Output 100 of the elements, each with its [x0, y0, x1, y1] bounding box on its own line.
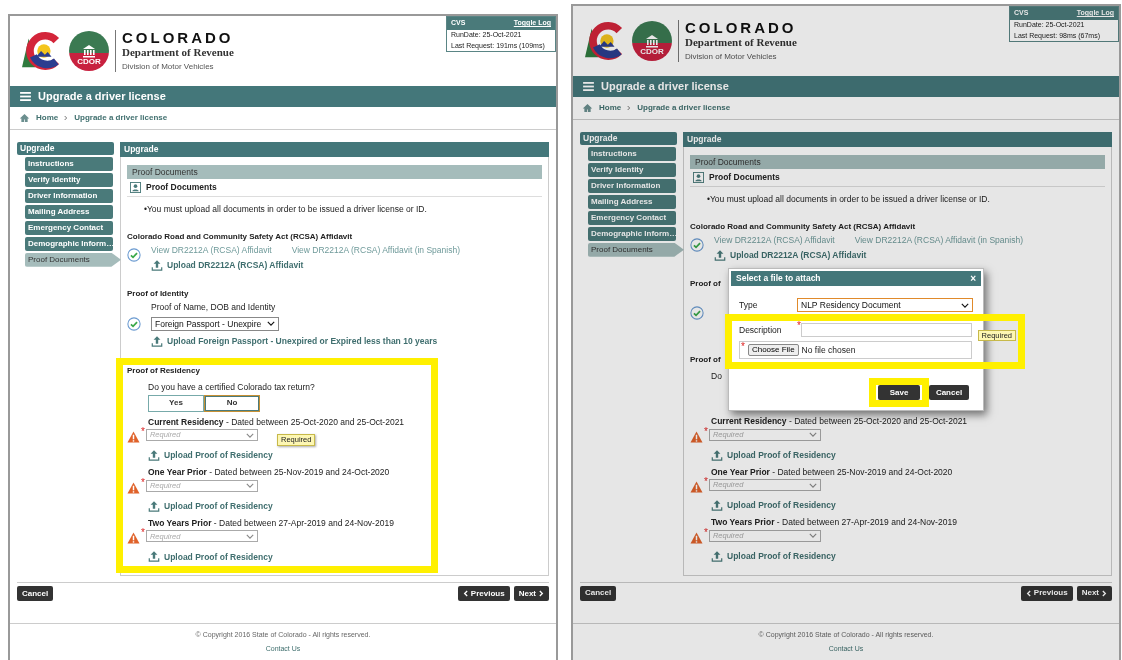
upload-link[interactable]: Upload DR2212A (RCSA) Affidavit: [730, 250, 867, 262]
sidebar-item[interactable]: Emergency Contact: [25, 220, 113, 235]
answer-toggle[interactable]: Yes: [148, 394, 204, 412]
chevron-right-icon: [1102, 589, 1107, 597]
period-title: One Year Prior - Dated between 25-Nov-2019 and 24-Oct-2020: [711, 466, 954, 478]
view-link[interactable]: View DR2212A (RCSA) Affidavit: [714, 234, 835, 245]
required-marker: *: [141, 477, 145, 488]
previous-button[interactable]: Previous: [1020, 585, 1073, 601]
answer-toggle[interactable]: No: [204, 394, 260, 412]
question-text: Do: [711, 371, 722, 382]
section-bar: Proof Documents: [127, 165, 542, 179]
previous-button[interactable]: Previous: [457, 586, 510, 602]
sidebar-item[interactable]: Mailing Address: [588, 194, 676, 209]
upload-icon[interactable]: [711, 549, 723, 563]
sidebar-item[interactable]: Instructions: [588, 146, 676, 161]
upload-link[interactable]: Upload DR2212A (RCSA) Affidavit: [167, 260, 304, 272]
block-title: Proof of Identity: [127, 289, 189, 300]
upload-link[interactable]: Upload Foreign Passport - Unexpired or Expired less than 10 years: [167, 336, 438, 347]
upload-link[interactable]: Upload Proof of Residency: [164, 450, 273, 461]
cancel-button[interactable]: Cancel: [929, 385, 969, 400]
upload-icon[interactable]: [148, 550, 160, 564]
chevron-right-icon: [539, 590, 544, 598]
chevron-left-icon: [462, 590, 468, 598]
upload-icon[interactable]: [711, 499, 723, 513]
breadcrumb-link[interactable]: Home: [36, 113, 59, 123]
panel-header: Upgrade: [683, 132, 1112, 147]
choose-file-button[interactable]: Choose File: [747, 344, 799, 356]
required-marker: *: [741, 342, 745, 352]
building-icon: [82, 44, 96, 58]
type-select[interactable]: NLP Residency Document: [797, 298, 973, 312]
document-select[interactable]: Foreign Passport - Unexpire: [151, 316, 279, 331]
instruction-text: •You must upload all documents in order to be issued a driver license or ID.: [144, 204, 428, 215]
sidebar-item[interactable]: Driver Information: [588, 178, 676, 193]
upload-link[interactable]: Upload Proof of Residency: [164, 551, 273, 563]
upload-icon[interactable]: [148, 449, 160, 463]
cancel-button[interactable]: Cancel: [580, 585, 617, 601]
sidebar-item[interactable]: Verify Identity: [25, 172, 113, 187]
id-card-icon: [693, 172, 704, 183]
save-button[interactable]: Save: [878, 385, 920, 400]
seal-text: CDOR: [77, 58, 101, 66]
sidebar-item[interactable]: Verify Identity: [588, 162, 676, 177]
upload-link[interactable]: Upload Proof of Residency: [727, 449, 836, 461]
sidebar-item[interactable]: Demographic Inform…: [25, 236, 113, 251]
upload-icon[interactable]: [148, 499, 160, 513]
period-title: One Year Prior - Dated between 25-Nov-2019 and 24-Oct-2020: [148, 467, 391, 478]
sidebar-item[interactable]: Driver Information: [25, 188, 113, 203]
sidebar-heading: Upgrade: [580, 132, 677, 145]
upload-link[interactable]: Upload Proof of Residency: [727, 500, 836, 511]
upload-icon[interactable]: [151, 334, 163, 348]
menu-icon[interactable]: [20, 92, 31, 101]
field-label: Proof of Name, DOB and Identity: [151, 302, 277, 313]
seal-text: CDOR: [640, 48, 664, 56]
upload-icon[interactable]: [151, 259, 163, 273]
period-title: Current Residency - Dated between 25-Oct-2020 and 25-Oct-2021: [711, 415, 969, 427]
caret-icon: [808, 432, 817, 437]
upload-icon[interactable]: [711, 448, 723, 462]
period-title: Two Years Prior - Dated between 27-Apr-2019 and 24-Nov-2019: [711, 517, 958, 528]
required-marker: *: [704, 527, 708, 538]
period-title: Current Residency - Dated between 25-Oct-2020 and 25-Oct-2021: [148, 416, 406, 428]
caret-icon: [245, 483, 254, 489]
cancel-button[interactable]: Cancel: [17, 586, 54, 602]
menu-icon[interactable]: [583, 82, 594, 91]
next-button[interactable]: Next: [513, 586, 549, 602]
sidebar-item[interactable]: Proof Documents: [588, 242, 684, 257]
block-title: Colorado Road and Community Safety Act (RCSA) Affidavit: [690, 221, 916, 232]
view-link[interactable]: View DR2212A (RCSA) Affidavit (in Spanish): [291, 244, 460, 255]
upload-link[interactable]: Upload Proof of Residency: [727, 550, 836, 562]
panel-header: Upgrade: [120, 142, 549, 157]
description-field[interactable]: [800, 323, 972, 337]
chevron-icon: [627, 105, 632, 111]
sidebar-heading: Upgrade: [17, 142, 114, 155]
breadcrumb-link[interactable]: Upgrade a driver license: [637, 103, 731, 113]
department-name: Department of Revenue: [685, 36, 797, 51]
sidebar-item[interactable]: Instructions: [25, 156, 113, 171]
close-button[interactable]: ×: [970, 273, 976, 284]
field-label: Type: [739, 299, 759, 311]
sidebar-item[interactable]: Emergency Contact: [588, 210, 676, 225]
sidebar-item[interactable]: Mailing Address: [25, 204, 113, 219]
state-name: COLORADO: [122, 29, 234, 47]
division-name: Division of Motor Vehicles: [122, 62, 215, 73]
home-icon[interactable]: [19, 113, 30, 123]
home-icon[interactable]: [582, 103, 593, 113]
upload-link[interactable]: Upload Proof of Residency: [164, 500, 273, 512]
upload-icon[interactable]: [714, 249, 726, 263]
chevron-icon: [64, 115, 69, 121]
question-text: Do you have a certified Colorado tax return?: [148, 381, 315, 393]
file-field[interactable]: * Choose File No file chosen: [739, 341, 972, 359]
block-title: Proof of: [690, 355, 721, 366]
breadcrumb-link[interactable]: Upgrade a driver license: [74, 113, 168, 123]
view-link[interactable]: View DR2212A (RCSA) Affidavit: [151, 244, 272, 255]
sidebar-item[interactable]: Proof Documents: [25, 252, 121, 267]
field-label: Description: [739, 324, 783, 336]
required-marker: *: [704, 426, 708, 437]
required-marker: *: [141, 427, 145, 438]
view-link[interactable]: View DR2212A (RCSA) Affidavit (in Spanish): [854, 234, 1023, 245]
sidebar-item[interactable]: Demographic Inform…: [588, 226, 676, 241]
breadcrumb-link[interactable]: Home: [599, 103, 622, 113]
block-title: Proof of: [690, 279, 721, 290]
next-button[interactable]: Next: [1076, 585, 1112, 601]
required-marker: *: [797, 321, 801, 331]
